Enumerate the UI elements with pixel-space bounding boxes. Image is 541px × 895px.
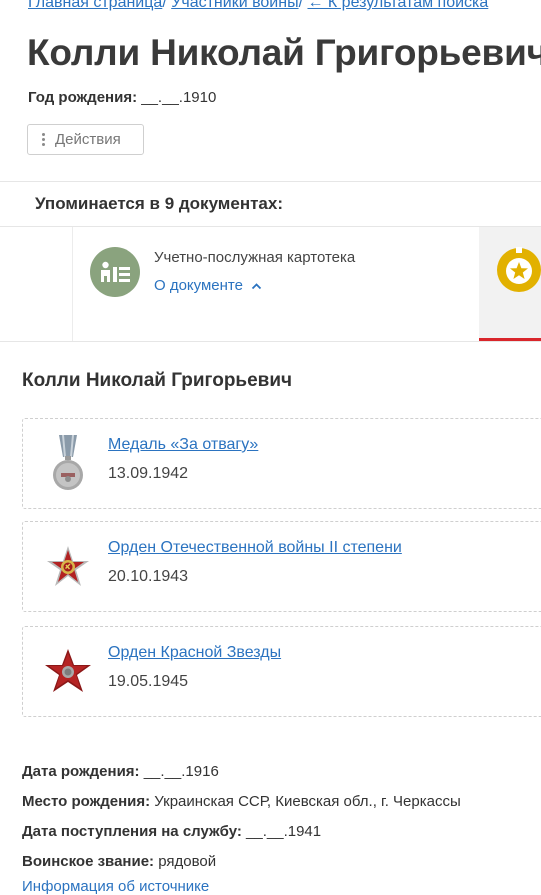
detail-label: Дата поступления на службу:: [22, 823, 242, 840]
detail-label: Место рождения:: [22, 793, 151, 810]
detail-label: Дата рождения:: [22, 763, 140, 780]
award-card: Орден Красной Звезды 19.05.1945: [22, 626, 541, 717]
service-start-row: Дата поступления на службу: __.__.1941: [22, 823, 321, 840]
award-card: Медаль «За отвагу» 13.09.1942: [22, 418, 541, 509]
actions-button[interactable]: Действия: [27, 124, 144, 155]
award-name-link[interactable]: Орден Отечественной войны II степени: [108, 539, 402, 557]
birth-year-label: Год рождения:: [28, 89, 138, 106]
award-card: Орден Отечественной войны II степени 20.…: [22, 521, 541, 612]
military-rank-row: Воинское звание: рядовой: [22, 853, 216, 870]
breadcrumb-participants-link[interactable]: Участники войны: [171, 0, 298, 11]
birth-year-value: __.__.1910: [141, 89, 217, 106]
documents-carousel: Учетно-послужная картотека О документе: [0, 226, 541, 342]
award-name-link[interactable]: Орден Красной Звезды: [108, 644, 281, 662]
mentioned-in-documents-heading: Упоминается в 9 документах:: [35, 194, 283, 213]
page-title: Колли Николай Григорьевич: [27, 32, 541, 73]
vertical-dots-icon: [42, 133, 45, 146]
document-card[interactable]: Учетно-послужная картотека О документе: [72, 227, 479, 341]
active-indicator: [479, 338, 541, 341]
document-type: Учетно-послужная картотека: [154, 249, 356, 266]
award-date: 13.09.1942: [108, 465, 189, 482]
detail-value: Украинская ССР, Киевская обл., г. Черкас…: [154, 793, 461, 810]
about-document-link[interactable]: О документе: [154, 277, 262, 294]
birth-place-row: Место рождения: Украинская ССР, Киевская…: [22, 793, 461, 810]
award-star-icon: [494, 245, 541, 295]
detail-value: __.__.1916: [143, 763, 219, 780]
document-card-award[interactable]: [479, 227, 541, 341]
award-date: 20.10.1943: [108, 568, 189, 585]
detail-value: __.__.1941: [246, 823, 322, 840]
birth-date-row: Дата рождения: __.__.1916: [22, 763, 219, 780]
record-person-name: Колли Николай Григорьевич: [22, 370, 293, 391]
award-date: 19.05.1945: [108, 673, 189, 690]
breadcrumb-separator: /: [162, 0, 172, 11]
birth-year: Год рождения: __.__.1910: [28, 89, 216, 106]
order-patriotic-war-icon: [43, 536, 93, 598]
divider: [0, 181, 541, 182]
award-name-link[interactable]: Медаль «За отвагу»: [108, 436, 258, 454]
source-info-link[interactable]: Информация об источнике: [22, 878, 209, 895]
about-document-label: О документе: [154, 277, 243, 294]
breadcrumb: Главная страница/ Участники войны/ ← К р…: [28, 0, 488, 12]
detail-label: Воинское звание:: [22, 853, 155, 870]
medal-for-courage-icon: [43, 433, 93, 495]
card-index-icon: [90, 247, 140, 297]
chevron-up-icon: [251, 277, 262, 294]
detail-value: рядовой: [158, 853, 217, 870]
breadcrumb-home-link[interactable]: Главная страница: [28, 0, 162, 11]
back-to-results-link[interactable]: ← К результатам поиска: [307, 0, 488, 11]
actions-label: Действия: [55, 131, 121, 148]
order-red-star-icon: [43, 641, 93, 703]
